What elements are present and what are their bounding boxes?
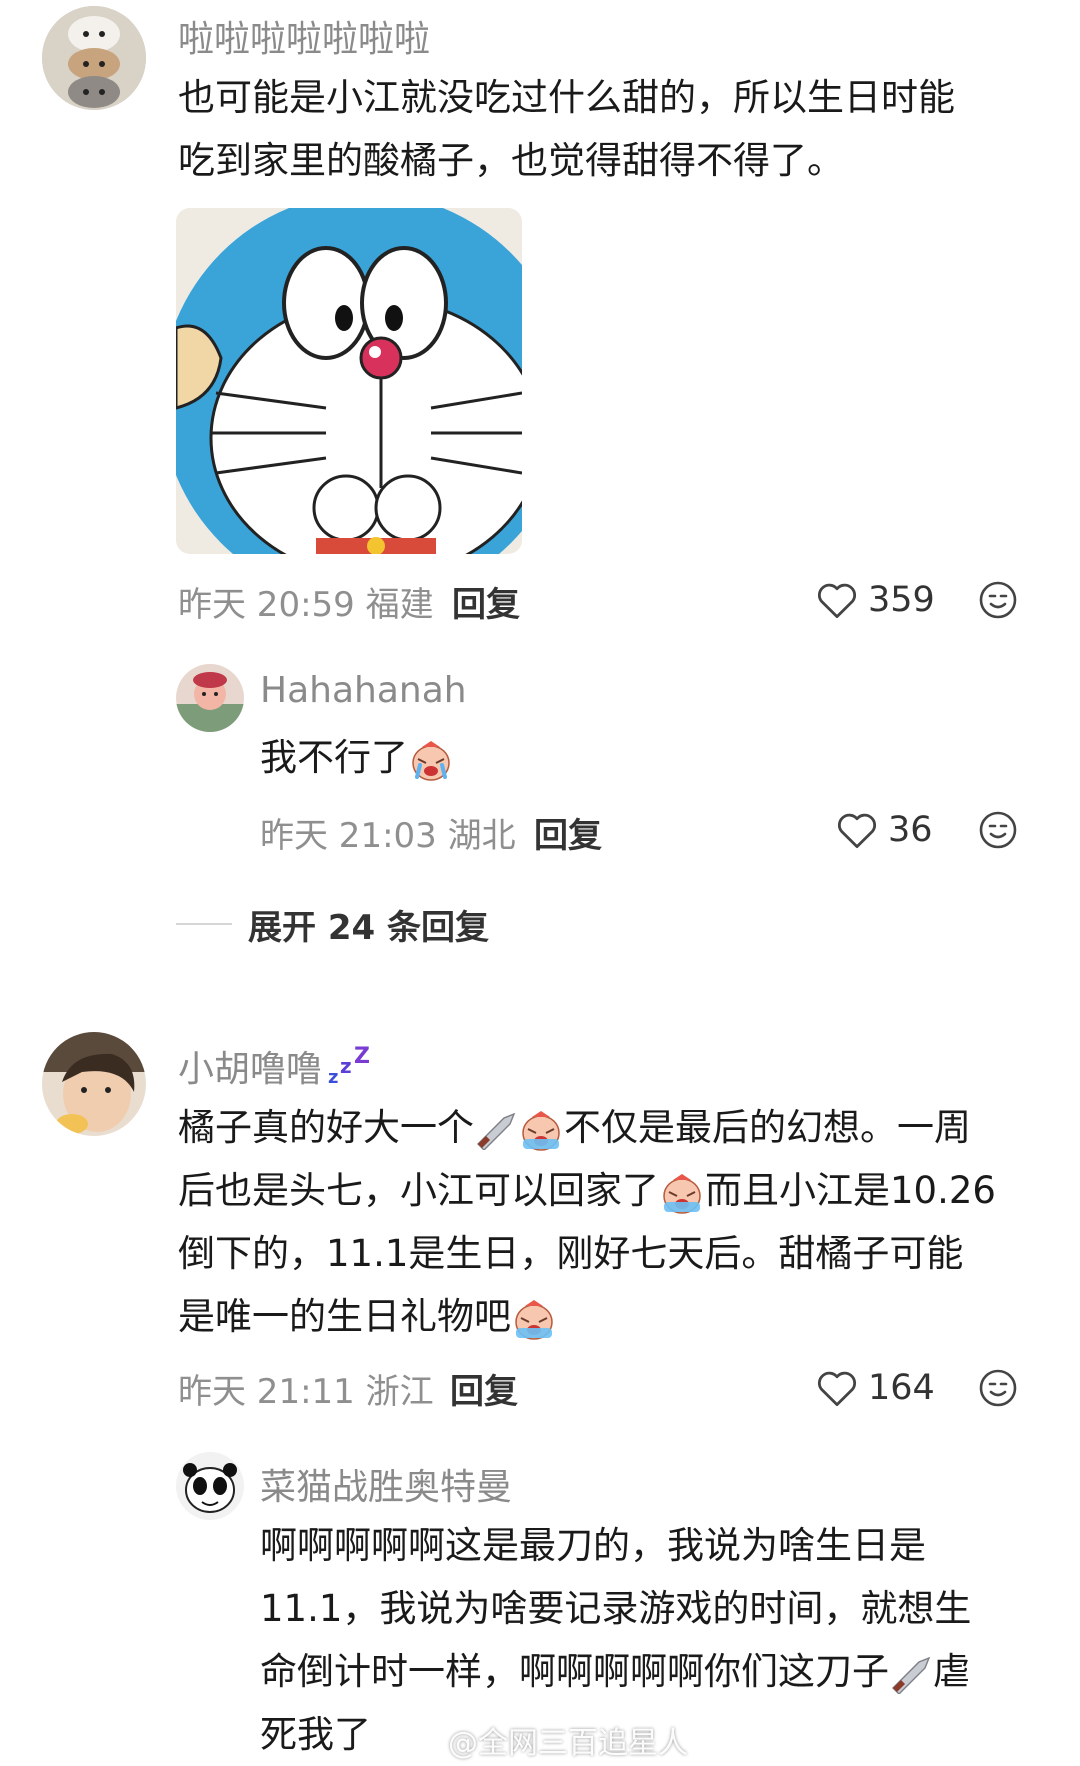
comment-text-segment: 不仅是最后的幻想。一周	[564, 1106, 971, 1149]
svg-text:z: z	[340, 1054, 352, 1078]
smiley-icon	[979, 1369, 1017, 1407]
svg-text:z: z	[328, 1067, 338, 1087]
username[interactable]: 小胡噜噜 zzZ	[178, 1040, 374, 1092]
comment-text-segment: 虐	[933, 1650, 970, 1693]
comment-text: 橘子真的好大一个 不仅是最后的幻想。一周 后也是头七，小江可以回家了 而且小江是10…	[178, 1096, 1058, 1348]
zzz-icon: zzZ	[328, 1045, 370, 1087]
avatar[interactable]	[176, 664, 244, 732]
comment-image[interactable]	[176, 208, 522, 554]
comment-text-segment: 而且小江是10.26	[705, 1169, 996, 1212]
emoji-react-button[interactable]	[978, 580, 1018, 624]
like-button[interactable]: 164	[816, 1366, 935, 1410]
username[interactable]: 啦啦啦啦啦啦啦	[178, 10, 430, 62]
emoji-react-button[interactable]	[978, 810, 1018, 854]
comment-text-content: 我不行了	[260, 736, 408, 779]
watermark: @全网三百追星人	[402, 1718, 688, 1762]
comment-text-line: 倒下的，11.1是生日，刚好七天后。甜橘子可能	[178, 1232, 964, 1275]
crying-emoji	[515, 1299, 553, 1340]
crying-emoji	[412, 740, 450, 781]
comment-text-segment: 是唯一的生日礼物吧	[178, 1295, 511, 1338]
smiley-icon	[979, 581, 1017, 619]
comment-text-line: 也可能是小江就没吃过什么甜的，所以生日时能	[178, 76, 955, 119]
smiley-icon	[979, 811, 1017, 849]
knife-emoji	[477, 1112, 516, 1150]
reply-button[interactable]: 回复	[452, 577, 520, 626]
comment-text-line: 命倒计时一样，啊啊啊啊啊你们这刀子 虐	[260, 1640, 1060, 1703]
avatar[interactable]	[42, 1032, 146, 1136]
like-button[interactable]: 359	[816, 578, 935, 622]
comment-text-line: 啊啊啊啊啊这是最刀的，我说为啥生日是	[260, 1524, 926, 1567]
comment-text: 我不行了	[260, 726, 454, 789]
knife-emoji	[892, 1656, 931, 1694]
expand-replies-button[interactable]: 展开 24 条回复	[248, 900, 489, 949]
username[interactable]: Hahahanah	[260, 670, 467, 711]
expand-divider	[176, 923, 232, 925]
comment-meta: 昨天 21:11 浙江	[178, 1372, 434, 1412]
heart-outline-icon	[818, 1371, 856, 1407]
weibo-logo-icon	[402, 1725, 440, 1756]
comment-text-segment: 命倒计时一样，啊啊啊啊啊你们这刀子	[260, 1650, 889, 1693]
heart-outline-icon	[818, 583, 856, 619]
avatar[interactable]	[176, 1452, 244, 1520]
like-count: 36	[888, 810, 933, 850]
avatar[interactable]	[42, 6, 146, 110]
emoji-react-button[interactable]	[978, 1368, 1018, 1412]
reply-button[interactable]: 回复	[534, 808, 602, 857]
heart-outline-icon	[838, 813, 876, 849]
like-button[interactable]: 36	[836, 808, 933, 852]
watermark-text: @全网三百追星人	[448, 1726, 688, 1761]
crying-emoji	[663, 1173, 701, 1214]
username[interactable]: 菜猫战胜奥特曼	[260, 1458, 512, 1510]
comment-meta: 昨天 20:59 福建	[178, 585, 434, 625]
comment-meta: 昨天 21:03 湖北	[260, 816, 516, 856]
comment-text-line: 橘子真的好大一个 不仅是最后的幻想。一周	[178, 1096, 1058, 1159]
comment-text: 也可能是小江就没吃过什么甜的，所以生日时能 吃到家里的酸橘子，也觉得甜得不得了。	[178, 66, 1058, 192]
reply-button[interactable]: 回复	[450, 1364, 518, 1413]
crying-emoji	[522, 1110, 560, 1151]
svg-text:Z: Z	[354, 1045, 370, 1069]
comment-text-segment: 橘子真的好大一个	[178, 1106, 474, 1149]
comment-text-line: 吃到家里的酸橘子，也觉得甜得不得了。	[178, 139, 844, 182]
username-text: 小胡噜噜	[178, 1049, 323, 1090]
comment-text-line: 后也是头七，小江可以回家了 而且小江是10.26	[178, 1159, 1058, 1222]
comment-text-segment: 后也是头七，小江可以回家了	[178, 1169, 659, 1212]
like-count: 359	[868, 580, 935, 620]
comment-text-line: 11.1，我说为啥要记录游戏的时间，就想生	[260, 1587, 972, 1630]
like-count: 164	[868, 1368, 935, 1408]
comment-text-line: 是唯一的生日礼物吧	[178, 1285, 1058, 1348]
